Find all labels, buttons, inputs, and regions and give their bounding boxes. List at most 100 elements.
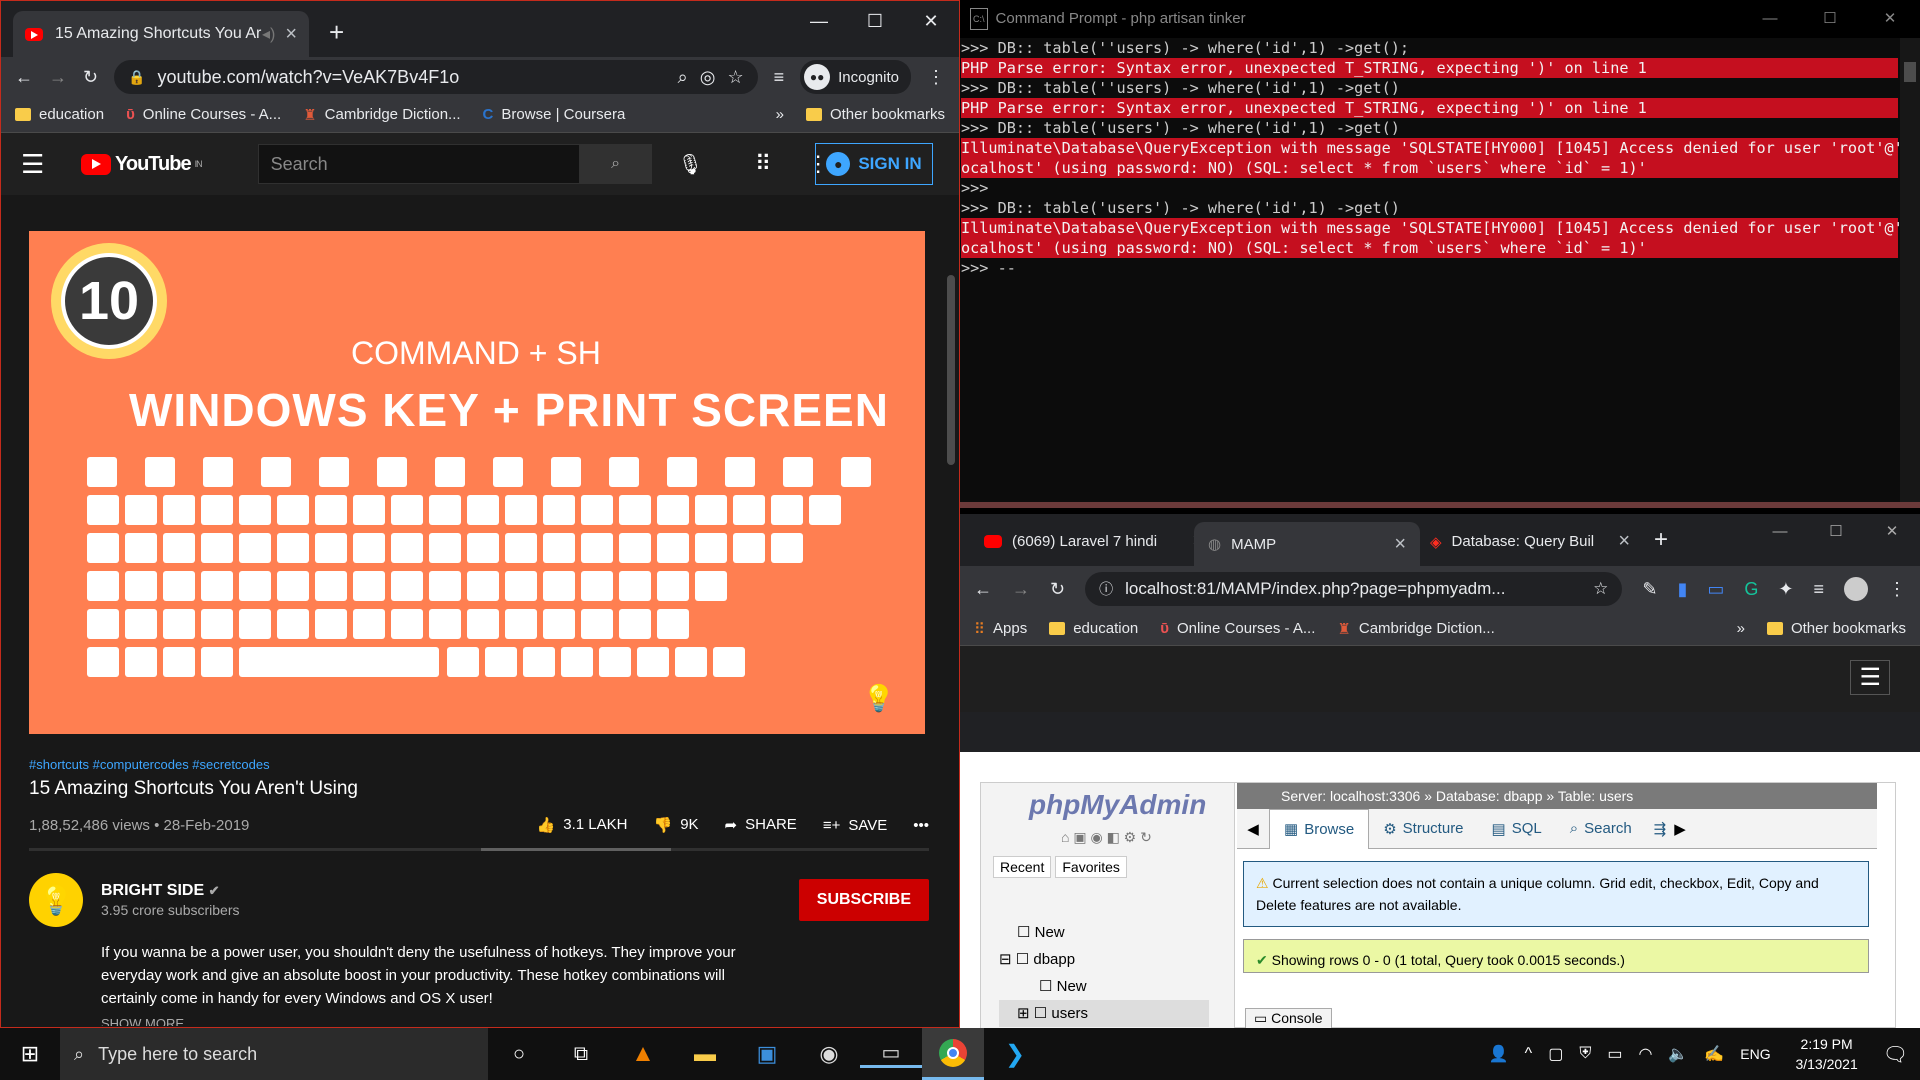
chrome-icon[interactable] bbox=[922, 1028, 984, 1080]
people-icon[interactable]: 👤 bbox=[1489, 1044, 1509, 1064]
recent-tab[interactable]: Recent bbox=[993, 856, 1052, 878]
volume-icon[interactable]: 🔈 bbox=[1668, 1044, 1688, 1064]
tree-new-db[interactable]: ☐ New bbox=[999, 919, 1209, 946]
minimize-button[interactable]: — bbox=[1740, 9, 1800, 29]
save-button[interactable]: ≡+ SAVE bbox=[823, 817, 887, 834]
notifications-icon[interactable]: 🗨 bbox=[1883, 1042, 1908, 1067]
grammarly-icon[interactable]: G bbox=[1744, 579, 1758, 600]
hashtags[interactable]: #shortcuts #computercodes #secretcodes bbox=[29, 757, 929, 772]
address-bar[interactable]: 🔒 youtube.com/watch?v=VeAK7Bv4F1o ⌕ ◎ ☆ bbox=[114, 60, 758, 94]
zoom-icon[interactable]: ⌕ bbox=[678, 67, 688, 88]
windows-start-icon[interactable]: ⊞ bbox=[0, 1041, 60, 1067]
search-input[interactable]: Search bbox=[257, 144, 580, 184]
show-hidden-icons-icon[interactable]: ^ bbox=[1525, 1045, 1533, 1063]
clock[interactable]: 2:19 PM 3/13/2021 bbox=[1787, 1034, 1867, 1074]
battery-icon[interactable]: ▭ bbox=[1607, 1044, 1622, 1064]
cmd-output[interactable]: >>> DB:: table(''users) -> where('id',1)… bbox=[960, 38, 1912, 278]
tab-laravel[interactable]: (6069) Laravel 7 hindi× bbox=[984, 530, 1204, 553]
tab-structure[interactable]: ⚙ Structure bbox=[1369, 820, 1477, 838]
new-tab-button[interactable]: + bbox=[1654, 526, 1668, 554]
profile-avatar[interactable] bbox=[1844, 577, 1868, 601]
apps-grid-icon[interactable]: ⠿ bbox=[755, 151, 771, 177]
extensions-icon[interactable]: ✦ bbox=[1778, 579, 1793, 600]
close-window-button[interactable]: ✕ bbox=[1864, 514, 1920, 550]
more-actions-icon[interactable]: ••• bbox=[913, 817, 929, 834]
pma-nav-icons[interactable]: ⌂ ▣ ◉ ◧ ⚙ ↻ bbox=[1061, 829, 1234, 846]
more-bookmarks-icon[interactable]: » bbox=[776, 106, 784, 123]
hamburger-menu-icon[interactable]: ☰ bbox=[21, 149, 61, 180]
close-window-button[interactable]: ✕ bbox=[1860, 9, 1920, 29]
file-explorer-icon[interactable]: ▬ bbox=[674, 1041, 736, 1067]
share-button[interactable]: ➦ SHARE bbox=[725, 816, 797, 834]
pma-logo[interactable]: phpMyAdmin bbox=[1029, 789, 1234, 821]
bookmark-apps[interactable]: ⠿ Apps bbox=[974, 620, 1027, 638]
task-view-icon[interactable]: ⧉ bbox=[550, 1043, 612, 1066]
menu-kebab-icon[interactable]: ⋮ bbox=[1888, 579, 1906, 600]
bookmark-coursera[interactable]: C Browse | Coursera bbox=[483, 106, 626, 123]
maximize-button[interactable]: ☐ bbox=[1800, 9, 1860, 29]
minimize-button[interactable]: — bbox=[1752, 514, 1808, 550]
video-player[interactable]: 10 COMMAND + SH WINDOWS KEY + PRINT SCRE… bbox=[29, 231, 925, 734]
tab-laravel-docs[interactable]: ◈ Database: Query Buil × bbox=[1430, 530, 1630, 553]
close-tab-icon[interactable]: × bbox=[1618, 530, 1630, 553]
bookmark-education[interactable]: education bbox=[15, 106, 104, 123]
maximize-button[interactable]: ☐ bbox=[1808, 514, 1864, 550]
back-icon[interactable]: ← bbox=[15, 67, 33, 88]
pen-extension-icon[interactable]: ✎ bbox=[1642, 579, 1657, 600]
scrollbar-thumb[interactable] bbox=[947, 275, 955, 465]
cmd-scrollbar[interactable] bbox=[1900, 38, 1920, 502]
forward-icon[interactable]: → bbox=[49, 67, 67, 88]
reload-icon[interactable]: ↻ bbox=[83, 67, 98, 88]
vscode-icon[interactable]: ❯ bbox=[984, 1040, 1046, 1069]
menu-kebab-icon[interactable]: ⋮ bbox=[927, 67, 945, 88]
maximize-button[interactable]: ☐ bbox=[847, 1, 903, 41]
github-icon[interactable]: ◉ bbox=[798, 1041, 860, 1067]
scroll-left-icon[interactable]: ◀ bbox=[1237, 820, 1269, 838]
incognito-badge[interactable]: ●● Incognito bbox=[800, 60, 911, 94]
close-tab-icon[interactable]: × bbox=[285, 23, 297, 46]
other-bookmarks[interactable]: Other bookmarks bbox=[1766, 620, 1906, 637]
tab-mamp[interactable]: ◍ MAMP × bbox=[1194, 522, 1420, 566]
reload-icon[interactable]: ↻ bbox=[1050, 579, 1065, 600]
wifi-icon[interactable]: ◠ bbox=[1638, 1044, 1652, 1064]
tab-search[interactable]: ⌕ Search bbox=[1556, 820, 1646, 837]
back-icon[interactable]: ← bbox=[974, 579, 992, 600]
vlc-icon[interactable]: ▲ bbox=[612, 1040, 674, 1068]
bookmark-extension-icon[interactable]: ▮ bbox=[1677, 579, 1687, 600]
tab-youtube[interactable]: 15 Amazing Shortcuts You Ar ◂) × bbox=[13, 11, 309, 57]
like-button[interactable]: 👍 3.1 LAKH bbox=[537, 816, 628, 834]
star-icon[interactable]: ☆ bbox=[1593, 579, 1608, 599]
tree-dbapp[interactable]: ⊟ ☐ dbapp bbox=[999, 946, 1209, 973]
address-bar[interactable]: ⓘ localhost:81/MAMP/index.php?page=phpmy… bbox=[1085, 572, 1623, 606]
media-control-icon[interactable]: ≡ bbox=[1813, 579, 1824, 600]
terminal-icon[interactable]: ▭ bbox=[860, 1040, 922, 1068]
channel-name[interactable]: BRIGHT SIDE bbox=[101, 882, 204, 899]
photos-icon[interactable]: ▣ bbox=[736, 1041, 798, 1067]
tab-browse[interactable]: ▦ Browse bbox=[1269, 808, 1370, 849]
close-tab-icon[interactable]: × bbox=[1394, 533, 1406, 556]
eye-off-icon[interactable]: ◎ bbox=[700, 67, 716, 88]
bookmark-online-courses[interactable]: ῡ Online Courses - A... bbox=[1160, 620, 1315, 637]
voice-search-icon[interactable]: 🎙 bbox=[678, 152, 703, 177]
language-indicator[interactable]: ENG bbox=[1740, 1046, 1770, 1062]
pma-breadcrumb[interactable]: Server: localhost:3306 » Database: dbapp… bbox=[1237, 783, 1877, 809]
tree-new-table[interactable]: ☐ New bbox=[999, 973, 1209, 1000]
cortana-icon[interactable]: ○ bbox=[488, 1043, 550, 1066]
minimize-button[interactable]: — bbox=[791, 1, 847, 41]
taskbar-search[interactable]: ⌕ Type here to search bbox=[60, 1028, 488, 1080]
forward-icon[interactable]: → bbox=[1012, 579, 1030, 600]
screen-extension-icon[interactable]: ▭ bbox=[1707, 579, 1724, 600]
new-tab-button[interactable]: + bbox=[329, 17, 344, 48]
tab-sql[interactable]: ▤ SQL bbox=[1478, 820, 1556, 838]
console-button[interactable]: ▭ Console bbox=[1245, 1008, 1332, 1028]
bookmark-online-courses[interactable]: ῡ Online Courses - A... bbox=[126, 106, 281, 123]
more-bookmarks-icon[interactable]: » bbox=[1737, 620, 1745, 637]
bookmark-education[interactable]: education bbox=[1049, 620, 1138, 637]
insert-icon[interactable]: ⇶ bbox=[1646, 820, 1675, 838]
sign-in-button[interactable]: ● SIGN IN bbox=[815, 143, 933, 185]
pen-icon[interactable]: ✍ bbox=[1704, 1044, 1724, 1064]
meet-icon[interactable]: ▢ bbox=[1548, 1044, 1563, 1064]
scroll-right-icon[interactable]: ▶ bbox=[1674, 820, 1686, 838]
star-icon[interactable]: ☆ bbox=[727, 67, 743, 88]
dislike-button[interactable]: 👎 9K bbox=[654, 816, 699, 834]
